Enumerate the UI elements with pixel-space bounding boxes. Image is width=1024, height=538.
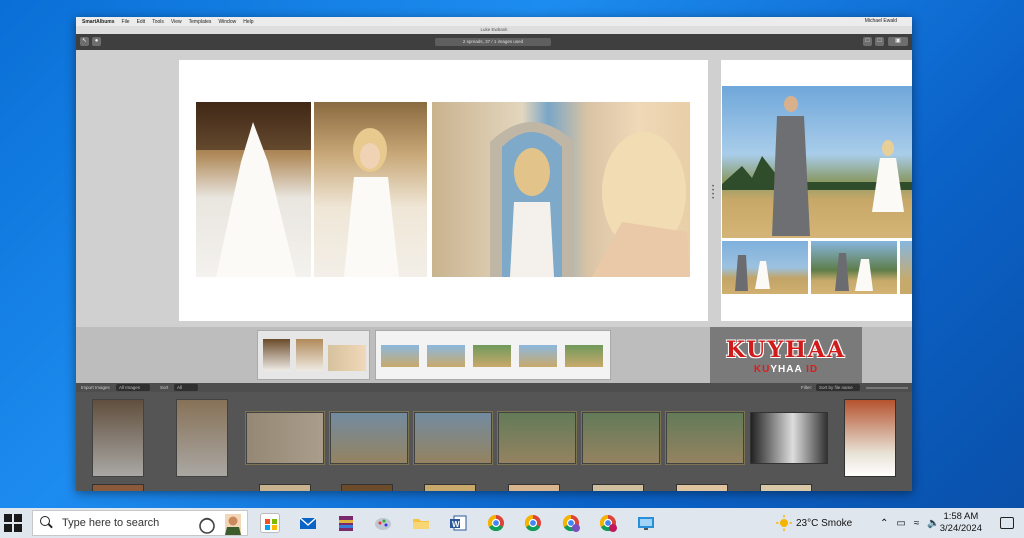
weather-text: 23°C Smoke bbox=[796, 517, 853, 529]
browser-thumb-couple-3[interactable] bbox=[665, 411, 745, 465]
windows-start-icon[interactable] bbox=[4, 514, 22, 532]
chrome-icon[interactable] bbox=[486, 513, 506, 533]
winrar-icon[interactable] bbox=[336, 513, 356, 533]
wedding-dress-photo[interactable] bbox=[196, 102, 311, 277]
browser-thumb-row2-8[interactable] bbox=[760, 484, 812, 491]
album-spread[interactable] bbox=[179, 60, 708, 321]
user-name[interactable]: Michael Ewald bbox=[865, 18, 897, 24]
search-highlight-icon[interactable] bbox=[195, 512, 243, 535]
sort-dropdown[interactable]: All bbox=[174, 384, 198, 391]
menu-help[interactable]: Help bbox=[243, 19, 253, 25]
watermark-subtitle: KUYHAA ID bbox=[753, 364, 819, 375]
browser-thumb-bw[interactable] bbox=[750, 412, 828, 464]
browser-thumb-couple-2[interactable] bbox=[581, 411, 661, 465]
paint-app-icon[interactable] bbox=[373, 513, 393, 533]
status-display: 2 spreads, 37 / 1 images used bbox=[435, 38, 551, 46]
volume-icon[interactable]: 🔈 bbox=[927, 518, 939, 529]
chrome-profile-b-icon[interactable] bbox=[561, 513, 581, 533]
browser-thumb-bride[interactable] bbox=[176, 399, 228, 477]
next-spread-page[interactable] bbox=[721, 60, 912, 321]
sun-icon bbox=[776, 515, 792, 531]
couple-field-photo-1[interactable] bbox=[722, 241, 808, 294]
pointer-tool-icon[interactable]: ↖ bbox=[80, 37, 89, 46]
browser-thumb-row2-4[interactable] bbox=[424, 484, 476, 491]
groom-field-photo[interactable] bbox=[722, 86, 912, 238]
mail-icon[interactable] bbox=[298, 513, 318, 533]
chrome-profile-icon[interactable] bbox=[523, 513, 543, 533]
svg-text:W: W bbox=[452, 520, 460, 529]
image-browser bbox=[76, 392, 912, 491]
browser-thumb-groom-1[interactable] bbox=[329, 411, 409, 465]
smartalbums-window: SmartAlbums File Edit Tools View Templat… bbox=[76, 17, 912, 491]
import-images-label: Import Images bbox=[81, 385, 110, 390]
browser-thumb-row2-7[interactable] bbox=[676, 484, 728, 491]
browser-thumb-row2-1[interactable] bbox=[92, 484, 144, 491]
taskbar-search-box[interactable]: Type here to search bbox=[32, 510, 248, 536]
app-menu[interactable]: SmartAlbums bbox=[82, 19, 115, 25]
window-title: Luke Ewbank bbox=[76, 26, 912, 34]
page-resize-handle[interactable]: • • • • bbox=[710, 184, 716, 205]
browser-thumb-dress[interactable] bbox=[92, 399, 144, 477]
browser-thumb-row2-3[interactable] bbox=[341, 484, 393, 491]
browser-thumb-couple-1[interactable] bbox=[497, 411, 577, 465]
word-icon[interactable]: W bbox=[448, 513, 468, 533]
spread-thumbnail-2[interactable] bbox=[375, 330, 611, 380]
remote-desktop-icon[interactable] bbox=[636, 513, 656, 533]
settings-icon[interactable]: ● bbox=[92, 37, 101, 46]
chevron-up-icon[interactable]: ⌃ bbox=[880, 518, 888, 529]
chrome-profile-k-icon[interactable] bbox=[598, 513, 618, 533]
couple-field-photo-2[interactable] bbox=[811, 241, 897, 294]
browser-thumb-mirror[interactable] bbox=[245, 411, 325, 465]
browser-thumb-row2-5[interactable] bbox=[508, 484, 560, 491]
battery-icon[interactable]: ▭ bbox=[896, 518, 905, 529]
menu-edit[interactable]: Edit bbox=[137, 19, 146, 25]
menu-window[interactable]: Window bbox=[218, 19, 236, 25]
sort-label: Sort bbox=[160, 385, 169, 390]
browser-thumb-row2-2[interactable] bbox=[259, 484, 311, 491]
panel-toggle-icon[interactable]: □ bbox=[875, 37, 884, 46]
clock-time: 1:58 AM bbox=[943, 511, 979, 522]
menu-templates[interactable]: Templates bbox=[189, 19, 212, 25]
wifi-icon[interactable]: ≈ bbox=[914, 518, 920, 529]
bride-portrait-photo[interactable] bbox=[314, 102, 427, 277]
browser-thumb-row2-6[interactable] bbox=[592, 484, 644, 491]
search-placeholder: Type here to search bbox=[62, 517, 160, 529]
menu-file[interactable]: File bbox=[122, 19, 130, 25]
kuyhaa-watermark: KUYHAA KUYHAA ID bbox=[710, 327, 862, 383]
menubar-status: Michael Ewald bbox=[865, 18, 904, 24]
task-view-icon[interactable] bbox=[260, 513, 280, 533]
search-icon bbox=[40, 516, 54, 530]
spread-thumbnail-1[interactable] bbox=[257, 330, 370, 380]
windows-taskbar: Type here to search W 23°C Smoke ⌃ ▭ ≈ 🔈… bbox=[0, 508, 1024, 538]
taskbar-clock[interactable]: 1:58 AM 3/24/2024 bbox=[940, 511, 982, 535]
browser-thumb-brick[interactable] bbox=[844, 399, 896, 477]
couple-field-photo-3[interactable] bbox=[900, 241, 912, 294]
export-button[interactable]: ▣ bbox=[888, 37, 908, 46]
system-tray: ⌃ ▭ ≈ 🔈 bbox=[880, 508, 940, 538]
filter-label: Filter: bbox=[801, 385, 813, 390]
browser-filter-bar: Import Images All Images Sort All Filter… bbox=[76, 383, 912, 392]
menu-tools[interactable]: Tools bbox=[152, 19, 164, 25]
spread-canvas: • • • • bbox=[76, 50, 912, 327]
weather-widget[interactable]: 23°C Smoke bbox=[776, 508, 852, 538]
watermark-title: KUYHAA bbox=[725, 337, 847, 363]
spread-strip: KUYHAA KUYHAA ID bbox=[76, 327, 912, 383]
menu-view[interactable]: View bbox=[171, 19, 182, 25]
file-explorer-icon[interactable] bbox=[411, 513, 431, 533]
filter-dropdown[interactable]: Sort by file name bbox=[816, 384, 860, 391]
view-toggle-icon[interactable]: □ bbox=[863, 37, 872, 46]
browser-thumb-groom-2[interactable] bbox=[413, 411, 493, 465]
toolbar: ↖ ● 2 spreads, 37 / 1 images used □ □ ▣ bbox=[76, 34, 912, 50]
notification-icon[interactable] bbox=[1000, 517, 1014, 529]
bride-mirror-photo[interactable] bbox=[432, 102, 690, 277]
images-dropdown[interactable]: All Images bbox=[116, 384, 150, 391]
menu-bar: SmartAlbums File Edit Tools View Templat… bbox=[76, 17, 912, 26]
thumbnail-size-slider[interactable] bbox=[866, 387, 908, 389]
clock-date: 3/24/2024 bbox=[939, 523, 982, 534]
